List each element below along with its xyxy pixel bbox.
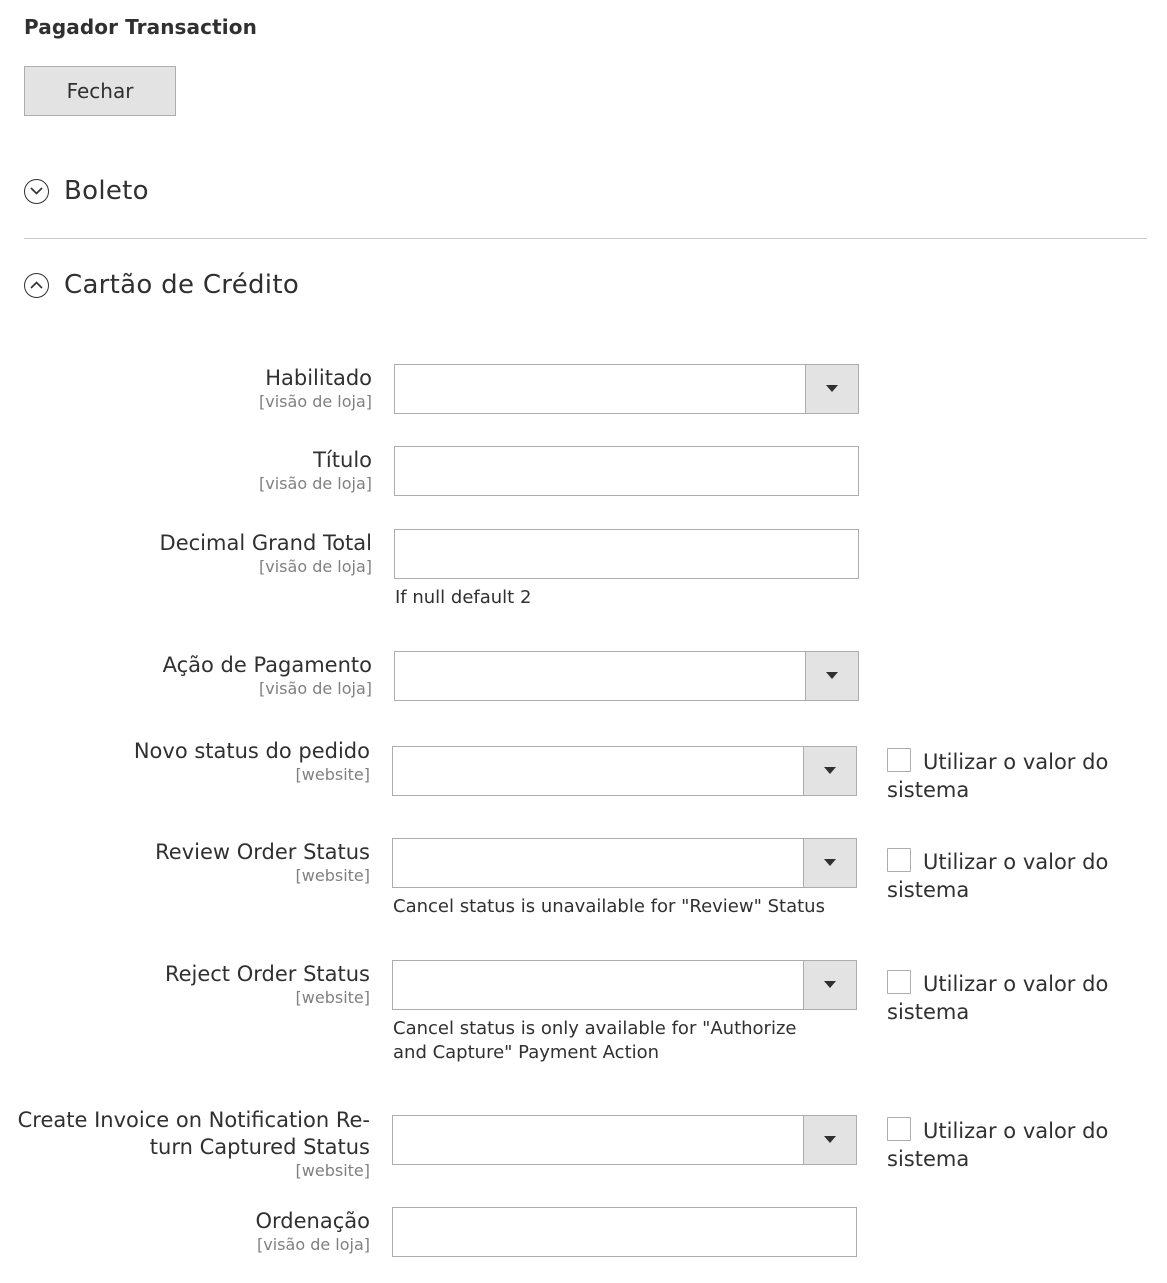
chevron-up-circle-icon <box>24 272 49 298</box>
field-scope: [website] <box>295 1161 370 1180</box>
titulo-input[interactable] <box>394 446 859 496</box>
caret-down-icon[interactable] <box>805 652 858 700</box>
field-label-text-line2: turn Captured Status <box>149 1135 370 1159</box>
section-boleto-header[interactable]: Boleto <box>24 176 149 206</box>
field-scope: [website] <box>295 866 370 885</box>
use-system-value-checkbox[interactable]: Utilizar o valor do sistema <box>887 848 1127 904</box>
field-scope: [visão de loja] <box>259 557 372 576</box>
reject-order-status-select[interactable] <box>392 960 857 1010</box>
field-label-reject-order-status: Reject Order Status [website] <box>165 961 370 1008</box>
field-scope: [visão de loja] <box>257 1235 370 1254</box>
field-label-titulo: Título [visão de loja] <box>259 447 372 494</box>
section-cartao-header[interactable]: Cartão de Crédito <box>24 270 299 300</box>
field-label-text: Decimal Grand Total <box>159 531 372 555</box>
checkbox[interactable] <box>887 748 911 772</box>
field-label-text: Review Order Status <box>155 840 370 864</box>
caret-down-icon[interactable] <box>805 365 858 413</box>
checkbox[interactable] <box>887 848 911 872</box>
page-title: Pagador Transaction <box>24 15 257 39</box>
chevron-down-circle-icon <box>24 178 49 204</box>
caret-down-icon[interactable] <box>803 961 856 1009</box>
review-order-status-select[interactable] <box>392 838 857 888</box>
field-label-habilitado: Habilitado [visão de loja] <box>259 365 372 412</box>
use-system-label: Utilizar o valor do sistema <box>887 850 1109 902</box>
field-note: If null default 2 <box>395 587 532 608</box>
field-label-text: Título <box>313 448 372 472</box>
create-invoice-select[interactable] <box>392 1115 857 1165</box>
caret-down-icon[interactable] <box>803 1116 856 1164</box>
field-label-ordenacao: Ordenação [visão de loja] <box>256 1208 371 1255</box>
field-scope: [visão de loja] <box>259 679 372 698</box>
field-note: Cancel status is unavailable for "Review… <box>393 896 825 917</box>
ordenacao-input[interactable] <box>392 1207 857 1257</box>
field-scope: [website] <box>295 765 370 784</box>
use-system-value-checkbox[interactable]: Utilizar o valor do sistema <box>887 970 1127 1026</box>
field-label-text: Reject Order Status <box>164 962 370 986</box>
decimal-grand-total-input[interactable] <box>394 529 859 579</box>
checkbox[interactable] <box>887 1117 911 1141</box>
close-button[interactable]: Fechar <box>24 66 176 116</box>
habilitado-select[interactable] <box>394 364 859 414</box>
field-label-text: Ordenação <box>255 1209 371 1233</box>
field-label-text-line1: Create Invoice on Notification Re- <box>17 1108 370 1132</box>
field-label-text: Novo status do pedido <box>133 739 370 763</box>
field-note: Cancel status is only available for "Aut… <box>393 1018 797 1063</box>
field-label-acao-pagamento: Ação de Pagamento [visão de loja] <box>163 652 372 699</box>
field-scope: [visão de loja] <box>259 392 372 411</box>
field-label-create-invoice: Create Invoice on Notification Re- turn … <box>18 1107 370 1181</box>
acao-pagamento-select[interactable] <box>394 651 859 701</box>
use-system-label: Utilizar o valor do sistema <box>887 1119 1109 1171</box>
caret-down-icon[interactable] <box>803 747 856 795</box>
section-cartao-title: Cartão de Crédito <box>64 270 300 300</box>
caret-down-icon[interactable] <box>803 839 856 887</box>
checkbox[interactable] <box>887 970 911 994</box>
field-label-decimal-grand-total: Decimal Grand Total [visão de loja] <box>160 530 372 577</box>
field-label-novo-status: Novo status do pedido [website] <box>134 738 370 785</box>
use-system-value-checkbox[interactable]: Utilizar o valor do sistema <box>887 748 1127 804</box>
field-label-review-order-status: Review Order Status [website] <box>155 839 370 886</box>
field-scope: [website] <box>295 988 370 1007</box>
use-system-value-checkbox[interactable]: Utilizar o valor do sistema <box>887 1117 1127 1173</box>
field-label-text: Ação de Pagamento <box>162 653 372 677</box>
section-boleto-title: Boleto <box>64 176 149 206</box>
section-divider <box>24 238 1147 239</box>
field-label-text: Habilitado <box>265 366 372 390</box>
novo-status-select[interactable] <box>392 746 857 796</box>
use-system-label: Utilizar o valor do sistema <box>887 750 1109 802</box>
field-scope: [visão de loja] <box>259 474 372 493</box>
use-system-label: Utilizar o valor do sistema <box>887 972 1109 1024</box>
